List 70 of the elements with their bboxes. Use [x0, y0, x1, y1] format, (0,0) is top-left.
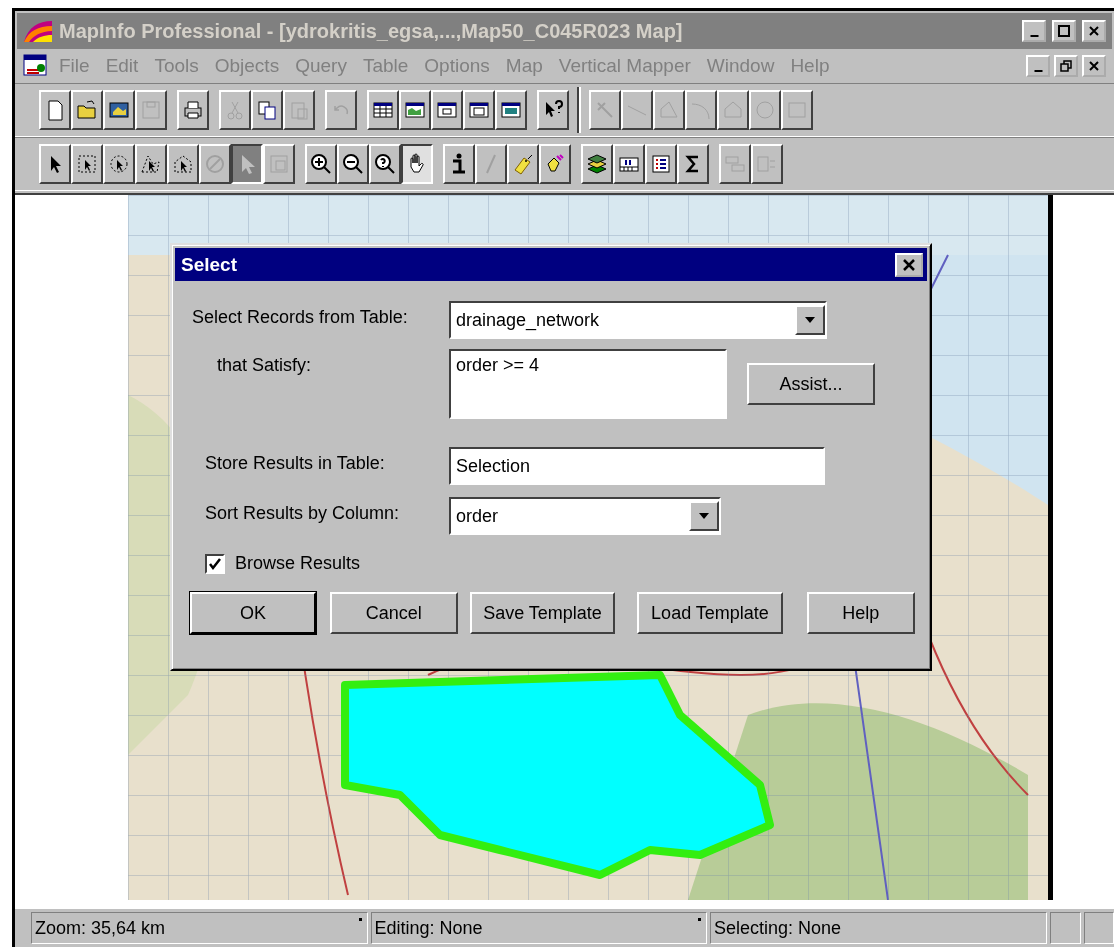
close-icon	[1087, 59, 1101, 73]
unselect-icon	[203, 152, 227, 176]
dropdown-button[interactable]	[795, 305, 825, 335]
dialog-button[interactable]: OK	[190, 592, 316, 634]
menu-item[interactable]: Help	[784, 55, 836, 77]
status-panel: Selecting: None	[710, 912, 1047, 944]
menu-item[interactable]: Vertical Mapper	[552, 55, 697, 77]
change-view-icon	[373, 152, 397, 176]
radius-select-icon	[107, 152, 131, 176]
minimize-button[interactable]	[1022, 20, 1046, 42]
table-dropdown[interactable]: order	[449, 497, 721, 535]
minimize-icon	[1032, 68, 1044, 72]
checkbox-label: Browse Results	[235, 553, 361, 574]
dropdown-value: order	[456, 505, 499, 527]
minimize-icon	[1028, 33, 1040, 37]
table-dropdown[interactable]: drainage_network	[449, 301, 827, 339]
status-panel	[1084, 912, 1114, 944]
dropdown-arrow-icon	[804, 316, 816, 324]
status-panel: Editing: None	[370, 912, 708, 944]
maximize-button[interactable]	[1052, 20, 1076, 42]
text-field[interactable]: Selection	[449, 447, 825, 485]
invert-select-icon	[267, 152, 291, 176]
dropdown-value: drainage_network	[456, 309, 600, 331]
window-title: MapInfo Professional - [ydrokritis_egsa,...,Map50_C045R023 Map]	[59, 19, 684, 43]
status-panel: Zoom: 35,64 km	[31, 912, 368, 944]
dropdown-button[interactable]	[689, 501, 719, 531]
printer-icon	[181, 98, 205, 122]
toolbar-button[interactable]	[401, 144, 433, 184]
close-button[interactable]	[895, 252, 923, 277]
dialog-button[interactable]: Load Template	[637, 592, 783, 634]
dialog-button[interactable]: Cancel	[329, 592, 458, 634]
menu-item[interactable]: Table	[356, 55, 415, 77]
checkbox[interactable]	[205, 553, 225, 574]
menu-item[interactable]: Edit	[99, 55, 145, 77]
list-icon	[649, 152, 673, 176]
dialog-title: Select	[181, 253, 238, 276]
assist-button[interactable]: Assist...	[747, 363, 875, 405]
dropdown-arrow-icon	[698, 512, 710, 520]
document-icon	[23, 54, 49, 78]
dialog-button[interactable]: Save Template	[469, 592, 616, 634]
menu-item[interactable]: Window	[700, 55, 781, 77]
field-label: that Satisfy:	[216, 354, 313, 376]
field-label: Select Records from Table:	[191, 306, 409, 328]
minimize-button[interactable]	[1026, 55, 1050, 77]
close-icon	[1087, 24, 1101, 38]
maximize-icon	[1057, 24, 1071, 38]
status-panel	[1049, 912, 1082, 944]
layers-icon	[585, 152, 609, 176]
dialog-button[interactable]: Help	[806, 592, 915, 634]
menu-item[interactable]: Query	[289, 55, 353, 77]
zoom-out-icon	[341, 152, 365, 176]
restore-button[interactable]	[1054, 55, 1078, 77]
expression-field[interactable]: order >= 4	[449, 349, 727, 419]
menu-item[interactable]: Options	[418, 55, 496, 77]
menu-item[interactable]: Objects	[208, 55, 286, 77]
zoom-in-icon	[309, 152, 333, 176]
close-button[interactable]	[1082, 20, 1106, 42]
close-button[interactable]	[1082, 55, 1106, 77]
menu-item[interactable]: Map	[499, 55, 549, 77]
marquee-select-icon	[75, 152, 99, 176]
menu-item[interactable]: File	[53, 55, 96, 77]
restore-icon	[1059, 59, 1073, 73]
field-label: Sort Results by Column:	[204, 502, 401, 524]
close-icon	[902, 257, 916, 272]
app-logo-icon	[23, 19, 53, 43]
open-folder-icon	[75, 98, 99, 122]
ellipse-tool-icon	[753, 98, 777, 122]
copy-icon	[255, 98, 279, 122]
field-label: Store Results in Table:	[204, 452, 386, 474]
menu-item[interactable]: Tools	[148, 55, 205, 77]
